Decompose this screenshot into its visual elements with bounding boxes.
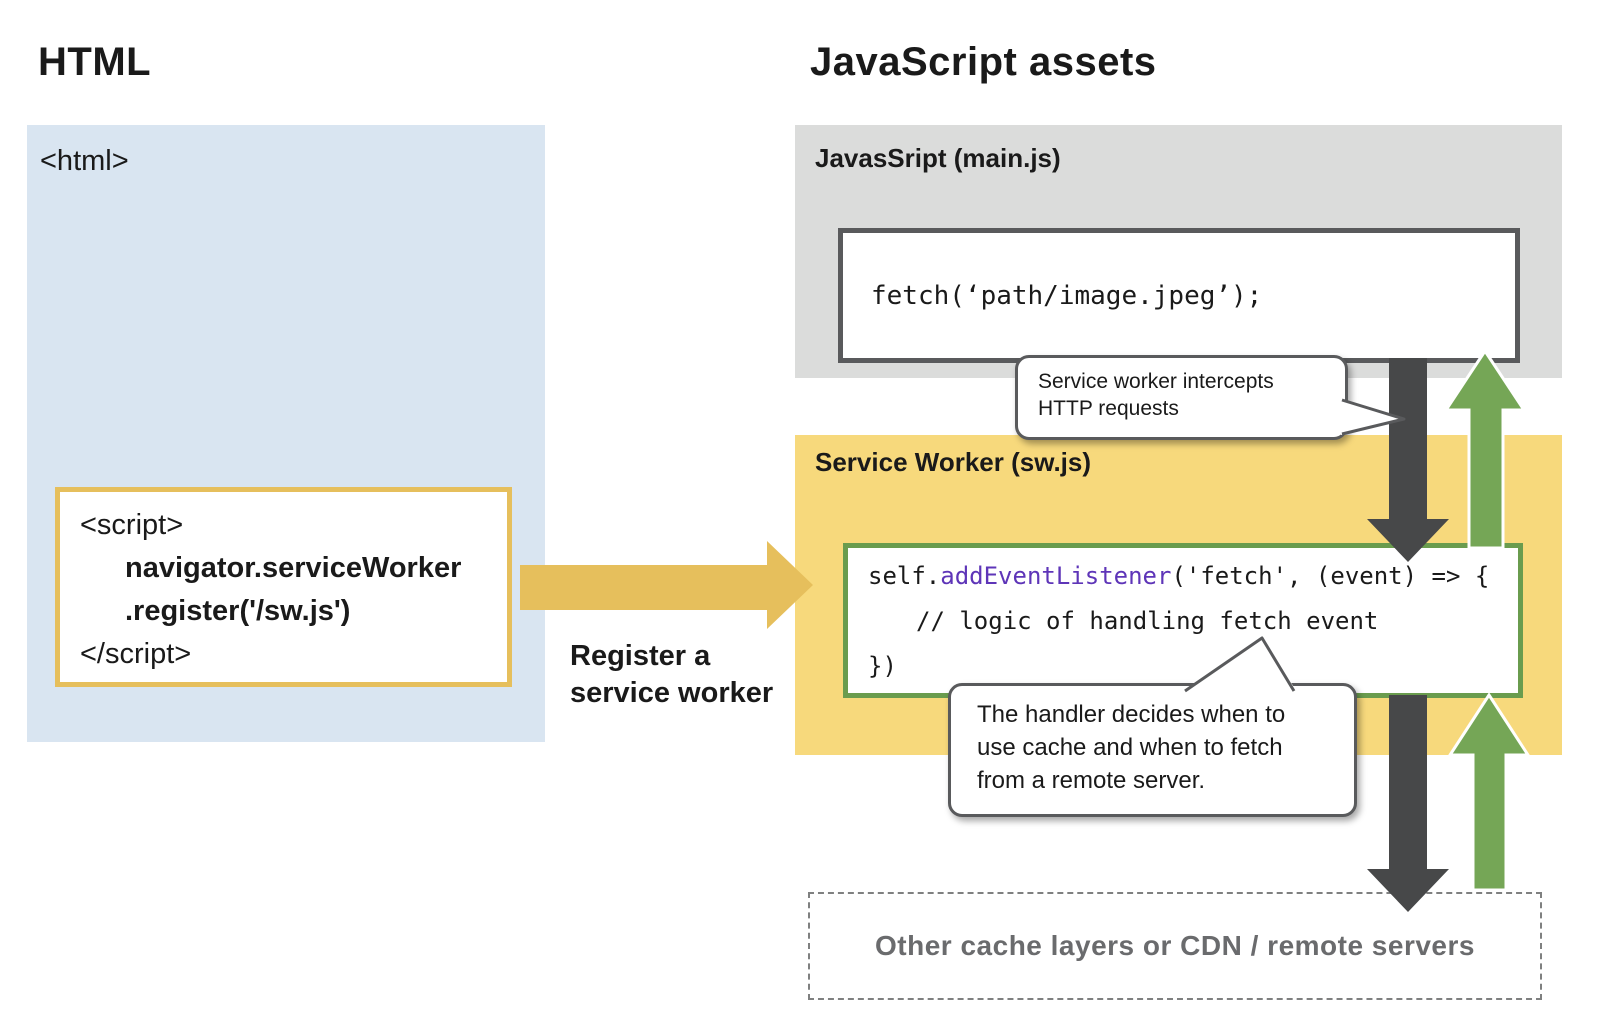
handler-speech-bubble: The handler decides when to use cache an…	[948, 683, 1357, 817]
html-tag-label: <html>	[40, 145, 129, 178]
javascript-assets-heading: JavaScript assets	[810, 40, 1157, 85]
register-arrow	[520, 541, 813, 629]
mainjs-panel-title: JavasSript (main.js)	[815, 143, 1061, 174]
fetch-code: fetch(‘path/image.jpeg’);	[871, 281, 1262, 311]
intercept-bubble-tail	[1341, 399, 1404, 435]
intercept-speech-bubble: Service worker intercepts HTTP requests	[1015, 355, 1348, 440]
code-line: .register('/sw.js')	[80, 590, 507, 633]
register-script-code-box: <script> navigator.serviceWorker .regist…	[55, 487, 512, 687]
fetch-code-box: fetch(‘path/image.jpeg’);	[838, 228, 1520, 363]
code-line: // logic of handling fetch event	[868, 599, 1518, 644]
sw-code-box: self.addEventListener('fetch', (event) =…	[843, 543, 1523, 698]
service-worker-diagram: HTML JavaScript assets <html> <script> n…	[0, 0, 1600, 1032]
highlighted-token: addEventListener	[940, 562, 1171, 590]
html-heading: HTML	[38, 40, 151, 85]
register-arrow-label: Register a service worker	[570, 638, 773, 712]
code-line: <script>	[80, 504, 507, 547]
service-worker-panel-title: Service Worker (sw.js)	[815, 447, 1091, 478]
code-line: navigator.serviceWorker	[80, 547, 507, 590]
other-cache-layers-box: Other cache layers or CDN / remote serve…	[808, 892, 1542, 1000]
code-line: self.addEventListener('fetch', (event) =…	[868, 554, 1518, 599]
code-line: </script>	[80, 633, 507, 676]
